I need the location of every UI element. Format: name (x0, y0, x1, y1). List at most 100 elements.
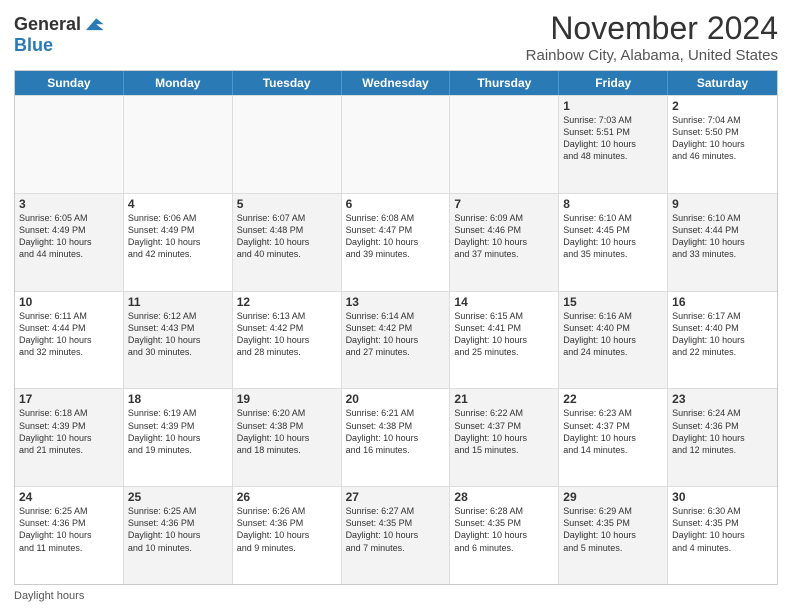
calendar: SundayMondayTuesdayWednesdayThursdayFrid… (14, 70, 778, 585)
calendar-cell-24: 24Sunrise: 6:25 AM Sunset: 4:36 PM Dayli… (15, 487, 124, 584)
cell-daylight-info: Sunrise: 6:20 AM Sunset: 4:38 PM Dayligh… (237, 407, 337, 456)
calendar-cell-19: 19Sunrise: 6:20 AM Sunset: 4:38 PM Dayli… (233, 389, 342, 486)
cell-daylight-info: Sunrise: 6:19 AM Sunset: 4:39 PM Dayligh… (128, 407, 228, 456)
cell-daylight-info: Sunrise: 6:07 AM Sunset: 4:48 PM Dayligh… (237, 212, 337, 261)
day-number: 20 (346, 392, 446, 406)
title-block: November 2024 Rainbow City, Alabama, Uni… (526, 10, 778, 64)
day-number: 12 (237, 295, 337, 309)
cell-daylight-info: Sunrise: 6:23 AM Sunset: 4:37 PM Dayligh… (563, 407, 663, 456)
cell-daylight-info: Sunrise: 6:30 AM Sunset: 4:35 PM Dayligh… (672, 505, 773, 554)
footer: Daylight hours (14, 590, 778, 602)
weekday-header-friday: Friday (559, 71, 668, 95)
weekday-header-saturday: Saturday (668, 71, 777, 95)
cell-daylight-info: Sunrise: 6:12 AM Sunset: 4:43 PM Dayligh… (128, 310, 228, 359)
calendar-cell-11: 11Sunrise: 6:12 AM Sunset: 4:43 PM Dayli… (124, 292, 233, 389)
calendar-row-1: 3Sunrise: 6:05 AM Sunset: 4:49 PM Daylig… (15, 193, 777, 291)
calendar-cell-30: 30Sunrise: 6:30 AM Sunset: 4:35 PM Dayli… (668, 487, 777, 584)
day-number: 13 (346, 295, 446, 309)
cell-daylight-info: Sunrise: 6:14 AM Sunset: 4:42 PM Dayligh… (346, 310, 446, 359)
day-number: 14 (454, 295, 554, 309)
calendar-cell-14: 14Sunrise: 6:15 AM Sunset: 4:41 PM Dayli… (450, 292, 559, 389)
calendar-cell-6: 6Sunrise: 6:08 AM Sunset: 4:47 PM Daylig… (342, 194, 451, 291)
calendar-cell-25: 25Sunrise: 6:25 AM Sunset: 4:36 PM Dayli… (124, 487, 233, 584)
calendar-cell-2: 2Sunrise: 7:04 AM Sunset: 5:50 PM Daylig… (668, 96, 777, 193)
day-number: 7 (454, 197, 554, 211)
day-number: 26 (237, 490, 337, 504)
calendar-cell-5: 5Sunrise: 6:07 AM Sunset: 4:48 PM Daylig… (233, 194, 342, 291)
day-number: 15 (563, 295, 663, 309)
day-number: 17 (19, 392, 119, 406)
header: General Blue November 2024 Rainbow City,… (14, 10, 778, 64)
logo-text-blue: Blue (14, 35, 53, 55)
day-number: 1 (563, 99, 663, 113)
calendar-cell-8: 8Sunrise: 6:10 AM Sunset: 4:45 PM Daylig… (559, 194, 668, 291)
calendar-cell-1: 1Sunrise: 7:03 AM Sunset: 5:51 PM Daylig… (559, 96, 668, 193)
cell-daylight-info: Sunrise: 6:11 AM Sunset: 4:44 PM Dayligh… (19, 310, 119, 359)
day-number: 18 (128, 392, 228, 406)
cell-daylight-info: Sunrise: 6:15 AM Sunset: 4:41 PM Dayligh… (454, 310, 554, 359)
calendar-cell-28: 28Sunrise: 6:28 AM Sunset: 4:35 PM Dayli… (450, 487, 559, 584)
cell-daylight-info: Sunrise: 6:05 AM Sunset: 4:49 PM Dayligh… (19, 212, 119, 261)
day-number: 24 (19, 490, 119, 504)
calendar-cell-empty-4 (450, 96, 559, 193)
weekday-header-thursday: Thursday (450, 71, 559, 95)
day-number: 19 (237, 392, 337, 406)
day-number: 29 (563, 490, 663, 504)
calendar-row-2: 10Sunrise: 6:11 AM Sunset: 4:44 PM Dayli… (15, 291, 777, 389)
calendar-cell-26: 26Sunrise: 6:26 AM Sunset: 4:36 PM Dayli… (233, 487, 342, 584)
calendar-cell-21: 21Sunrise: 6:22 AM Sunset: 4:37 PM Dayli… (450, 389, 559, 486)
calendar-cell-16: 16Sunrise: 6:17 AM Sunset: 4:40 PM Dayli… (668, 292, 777, 389)
calendar-cell-20: 20Sunrise: 6:21 AM Sunset: 4:38 PM Dayli… (342, 389, 451, 486)
cell-daylight-info: Sunrise: 6:25 AM Sunset: 4:36 PM Dayligh… (128, 505, 228, 554)
day-number: 28 (454, 490, 554, 504)
cell-daylight-info: Sunrise: 6:26 AM Sunset: 4:36 PM Dayligh… (237, 505, 337, 554)
day-number: 22 (563, 392, 663, 406)
day-number: 27 (346, 490, 446, 504)
calendar-cell-15: 15Sunrise: 6:16 AM Sunset: 4:40 PM Dayli… (559, 292, 668, 389)
cell-daylight-info: Sunrise: 6:13 AM Sunset: 4:42 PM Dayligh… (237, 310, 337, 359)
calendar-cell-22: 22Sunrise: 6:23 AM Sunset: 4:37 PM Dayli… (559, 389, 668, 486)
calendar-row-4: 24 Sunrise: 6:25 AM Sunset: 4:36 PM Dayli… (15, 486, 777, 584)
weekday-header-tuesday: Tuesday (233, 71, 342, 95)
footer-text: Daylight hours (14, 590, 84, 602)
calendar-cell-9: 9Sunrise: 6:10 AM Sunset: 4:44 PM Daylig… (668, 194, 777, 291)
calendar-cell-13: 13Sunrise: 6:14 AM Sunset: 4:42 PM Dayli… (342, 292, 451, 389)
calendar-cell-27: 27Sunrise: 6:27 AM Sunset: 4:35 PM Dayli… (342, 487, 451, 584)
calendar-cell-4: 4Sunrise: 6:06 AM Sunset: 4:49 PM Daylig… (124, 194, 233, 291)
calendar-body: 1Sunrise: 7:03 AM Sunset: 5:51 PM Daylig… (15, 95, 777, 584)
page: General Blue November 2024 Rainbow City,… (0, 0, 792, 612)
cell-daylight-info: Sunrise: 6:10 AM Sunset: 4:44 PM Dayligh… (672, 212, 773, 261)
cell-daylight-info: Sunrise: 6:17 AM Sunset: 4:40 PM Dayligh… (672, 310, 773, 359)
weekday-header-sunday: Sunday (15, 71, 124, 95)
day-number: 6 (346, 197, 446, 211)
calendar-cell-17: 17Sunrise: 6:18 AM Sunset: 4:39 PM Dayli… (15, 389, 124, 486)
cell-daylight-info: Sunrise: 7:04 AM Sunset: 5:50 PM Dayligh… (672, 114, 773, 163)
cell-daylight-info: Sunrise: 6:18 AM Sunset: 4:39 PM Dayligh… (19, 407, 119, 456)
day-number: 30 (672, 490, 773, 504)
calendar-cell-18: 18Sunrise: 6:19 AM Sunset: 4:39 PM Dayli… (124, 389, 233, 486)
calendar-cell-empty-2 (233, 96, 342, 193)
subtitle: Rainbow City, Alabama, United States (526, 47, 778, 64)
cell-daylight-info: Sunrise: 6:06 AM Sunset: 4:49 PM Dayligh… (128, 212, 228, 261)
calendar-cell-empty-1 (124, 96, 233, 193)
calendar-cell-10: 10Sunrise: 6:11 AM Sunset: 4:44 PM Dayli… (15, 292, 124, 389)
calendar-row-3: 17Sunrise: 6:18 AM Sunset: 4:39 PM Dayli… (15, 388, 777, 486)
day-number: 21 (454, 392, 554, 406)
cell-daylight-info: Sunrise: 6:09 AM Sunset: 4:46 PM Dayligh… (454, 212, 554, 261)
weekday-header-wednesday: Wednesday (342, 71, 451, 95)
cell-daylight-info: Sunrise: 7:03 AM Sunset: 5:51 PM Dayligh… (563, 114, 663, 163)
cell-daylight-info: Sunrise: 6:16 AM Sunset: 4:40 PM Dayligh… (563, 310, 663, 359)
calendar-header: SundayMondayTuesdayWednesdayThursdayFrid… (15, 71, 777, 95)
logo: General Blue (14, 14, 105, 56)
cell-daylight-info: Sunrise: 6:22 AM Sunset: 4:37 PM Dayligh… (454, 407, 554, 456)
day-number: 23 (672, 392, 773, 406)
cell-daylight-info: Sunrise: 6:28 AM Sunset: 4:35 PM Dayligh… (454, 505, 554, 554)
day-number: 11 (128, 295, 228, 309)
calendar-cell-empty-3 (342, 96, 451, 193)
logo-icon (83, 14, 105, 36)
calendar-cell-3: 3Sunrise: 6:05 AM Sunset: 4:49 PM Daylig… (15, 194, 124, 291)
day-number: 4 (128, 197, 228, 211)
calendar-cell-7: 7Sunrise: 6:09 AM Sunset: 4:46 PM Daylig… (450, 194, 559, 291)
weekday-header-monday: Monday (124, 71, 233, 95)
logo-text-general: General (14, 15, 81, 35)
